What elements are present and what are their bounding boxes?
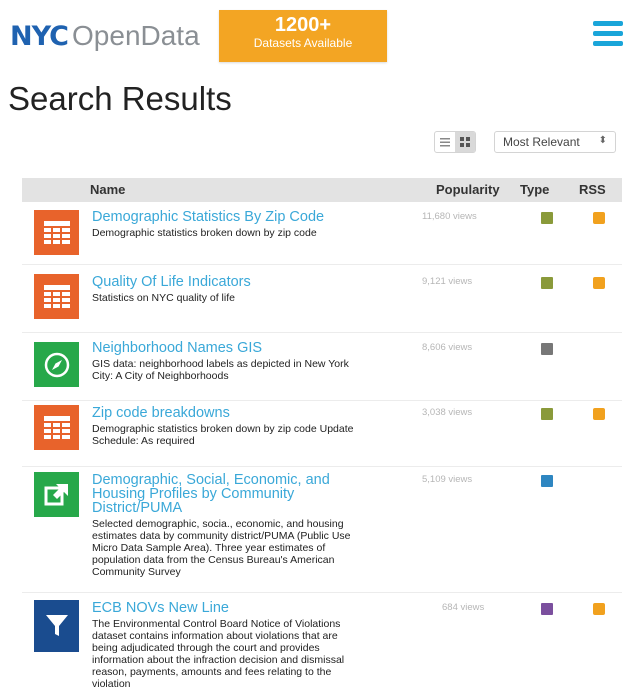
grid-view-icon[interactable] — [455, 132, 475, 152]
page-title: Search Results — [8, 80, 232, 117]
dataset-type-icon — [541, 408, 553, 420]
dataset-type-icon — [541, 603, 553, 615]
dataset-type-icon — [541, 277, 553, 289]
results-table-header: Name Popularity Type RSS — [22, 178, 622, 202]
table-icon[interactable] — [34, 405, 79, 450]
column-header-popularity[interactable]: Popularity — [436, 182, 500, 197]
dataset-description: Demographic statistics broken down by zi… — [92, 423, 354, 447]
dataset-title[interactable]: Demographic Statistics By Zip Code — [92, 210, 342, 225]
sort-selected-value: Most Relevant — [503, 135, 580, 149]
logo-opendata-text: OpenData — [72, 20, 200, 51]
banner-subtitle: Datasets Available — [253, 36, 353, 50]
column-header-type[interactable]: Type — [520, 182, 549, 197]
dataset-description: The Environmental Control Board Notice o… — [92, 618, 345, 690]
compass-icon[interactable] — [34, 342, 79, 387]
view-toggle — [434, 131, 476, 153]
dataset-description: GIS data: neighborhood labels as depicte… — [92, 358, 349, 382]
table-icon[interactable] — [34, 210, 79, 255]
logo-nyc-text: NYC — [10, 21, 69, 52]
dataset-type-icon — [541, 343, 553, 355]
list-view-icon[interactable] — [435, 132, 455, 152]
select-arrows-icon: ⬍ — [598, 135, 607, 146]
external-link-icon[interactable] — [34, 472, 79, 517]
table-row: Neighborhood Names GIS GIS data: neighbo… — [22, 332, 622, 401]
banner-count: 1200+ — [274, 14, 332, 36]
rss-icon[interactable] — [593, 408, 605, 420]
dataset-title[interactable]: ECB NOVs New Line — [92, 601, 342, 616]
dataset-title[interactable]: Demographic, Social, Economic, and Housi… — [92, 473, 332, 516]
dataset-title[interactable]: Quality Of Life Indicators — [92, 275, 342, 290]
rss-icon[interactable] — [593, 212, 605, 224]
table-row: ECB NOVs New Line The Environmental Cont… — [22, 592, 622, 695]
dataset-title[interactable]: Zip code breakdowns — [92, 406, 342, 421]
filter-icon[interactable] — [34, 600, 79, 652]
popularity-views: 11,680 views — [422, 211, 477, 222]
nyc-opendata-logo[interactable]: NYC OpenData — [10, 20, 200, 52]
rss-icon[interactable] — [593, 277, 605, 289]
table-row: Zip code breakdowns Demographic statisti… — [22, 400, 622, 467]
popularity-views: 3,038 views — [422, 407, 473, 418]
popularity-views: 9,121 views — [422, 276, 473, 287]
datasets-count-banner[interactable]: 1200+ Datasets Available — [219, 10, 387, 62]
sort-select[interactable]: Most Relevant ⬍ — [494, 131, 616, 153]
dataset-description: Statistics on NYC quality of life — [92, 292, 235, 304]
hamburger-menu-icon[interactable] — [593, 21, 623, 47]
dataset-description: Demographic statistics broken down by zi… — [92, 227, 317, 239]
dataset-description: Selected demographic, socia., economic, … — [92, 518, 351, 578]
popularity-views: 5,109 views — [422, 474, 473, 485]
popularity-views: 684 views — [442, 602, 485, 613]
table-row: Demographic, Social, Economic, and Housi… — [22, 466, 622, 593]
column-header-rss[interactable]: RSS — [579, 182, 606, 197]
column-header-name[interactable]: Name — [90, 182, 125, 197]
dataset-type-icon — [541, 212, 553, 224]
popularity-views: 8,606 views — [422, 342, 473, 353]
dataset-title[interactable]: Neighborhood Names GIS — [92, 341, 342, 356]
rss-icon[interactable] — [593, 603, 605, 615]
table-row: Demographic Statistics By Zip Code Demog… — [22, 202, 622, 265]
table-icon[interactable] — [34, 274, 79, 319]
table-row: Quality Of Life Indicators Statistics on… — [22, 264, 622, 333]
dataset-type-icon — [541, 475, 553, 487]
